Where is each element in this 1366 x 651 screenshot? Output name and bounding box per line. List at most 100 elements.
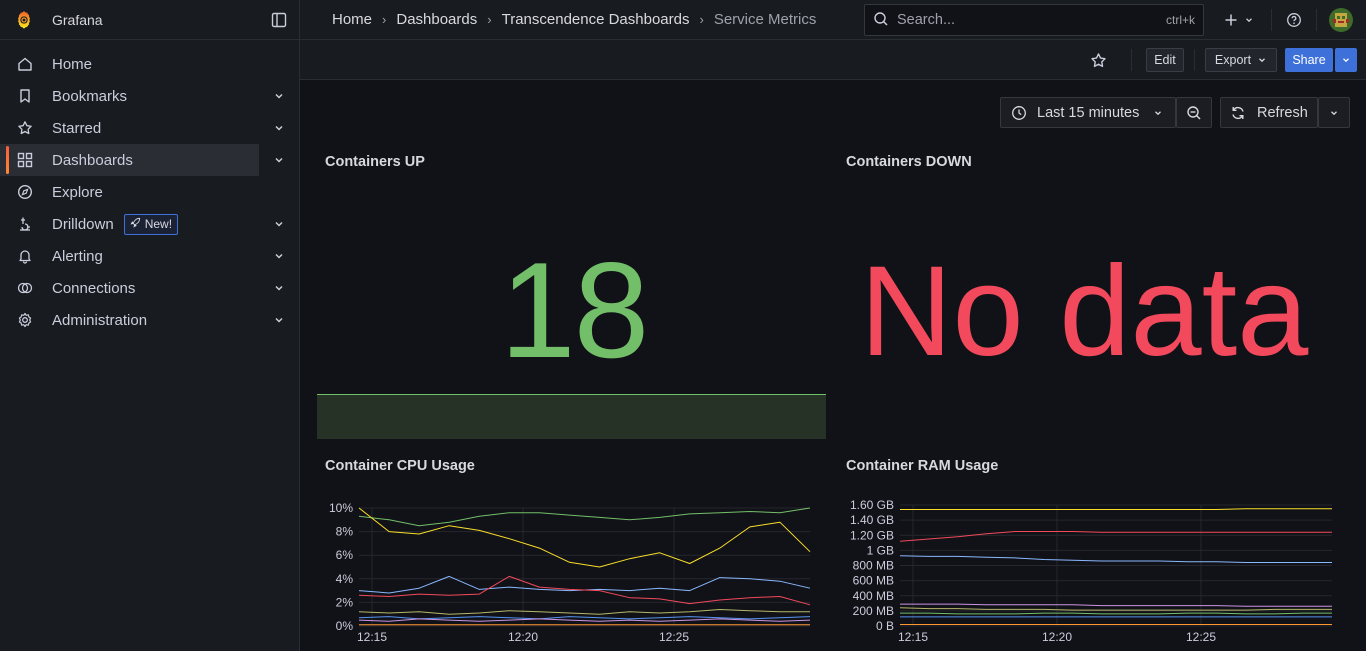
chevron-right-icon: › bbox=[382, 12, 387, 27]
chevron-down-icon[interactable] bbox=[273, 313, 285, 325]
dock-menu-icon[interactable] bbox=[271, 12, 287, 28]
breadcrumb-dashboards[interactable]: Dashboards bbox=[396, 11, 477, 28]
divider bbox=[1316, 9, 1317, 31]
zoom-out-icon bbox=[1187, 105, 1201, 120]
sidebar-item-label: Drilldown bbox=[52, 215, 114, 233]
sidebar-item-alerting[interactable]: Alerting bbox=[0, 240, 299, 272]
chevron-down-icon[interactable] bbox=[273, 121, 285, 133]
series-line-1 bbox=[899, 531, 1332, 542]
series-line-2 bbox=[899, 555, 1332, 563]
chevron-down-icon bbox=[1155, 110, 1162, 115]
chevron-down-icon[interactable] bbox=[273, 89, 285, 101]
divider bbox=[1131, 49, 1132, 71]
panel-title-containers-down[interactable]: Containers DOWN bbox=[846, 154, 972, 170]
connections-icon bbox=[16, 279, 34, 297]
search-placeholder: Search... bbox=[897, 12, 956, 28]
chevron-down-icon[interactable] bbox=[273, 249, 285, 261]
chevron-down-icon[interactable] bbox=[273, 281, 285, 293]
panel-title-containers-up[interactable]: Containers UP bbox=[325, 154, 425, 170]
edit-button[interactable]: Edit bbox=[1146, 48, 1184, 72]
breadcrumb-home[interactable]: Home bbox=[332, 11, 372, 28]
y-tick-label: 8% bbox=[336, 525, 354, 539]
sidebar-brand: Grafana bbox=[0, 0, 299, 40]
sidebar-item-dashboards[interactable]: Dashboards bbox=[0, 144, 283, 176]
divider bbox=[1271, 9, 1272, 31]
sidebar-item-label: Home bbox=[52, 55, 93, 73]
x-tick-label: 12:25 bbox=[1186, 630, 1216, 644]
time-range-label: Last 15 minutes bbox=[1037, 104, 1140, 121]
sidebar-item-label: Dashboards bbox=[52, 151, 133, 169]
top-right-actions bbox=[1219, 0, 1366, 40]
panel-title-ram-usage[interactable]: Container RAM Usage bbox=[846, 458, 998, 474]
series-line-3 bbox=[358, 575, 811, 606]
chevron-down-icon[interactable] bbox=[273, 153, 285, 165]
compass-icon bbox=[16, 183, 34, 201]
sidebar-item-bookmarks[interactable]: Bookmarks bbox=[0, 80, 299, 112]
share-button[interactable]: Share bbox=[1285, 48, 1333, 72]
y-tick-label: 0% bbox=[336, 619, 354, 633]
y-tick-label: 10% bbox=[329, 501, 353, 515]
chevron-right-icon: › bbox=[487, 12, 492, 27]
breadcrumb-current: Service Metrics bbox=[713, 11, 817, 28]
star-dashboard-icon[interactable] bbox=[1090, 52, 1107, 69]
sidebar-item-connections[interactable]: Connections bbox=[0, 272, 299, 304]
chevron-down-icon[interactable] bbox=[273, 217, 285, 229]
series-line-4 bbox=[899, 607, 1332, 611]
series-line-0 bbox=[358, 507, 811, 527]
y-tick-label: 800 MB bbox=[853, 559, 894, 573]
sidebar-item-label: Explore bbox=[52, 183, 103, 201]
search-icon bbox=[873, 11, 889, 30]
sidebar-item-home[interactable]: Home bbox=[0, 48, 299, 80]
time-range-picker[interactable]: Last 15 minutes bbox=[1000, 97, 1176, 128]
new-menu-button[interactable] bbox=[1219, 13, 1259, 27]
bookmark-icon bbox=[16, 87, 34, 105]
series-line-4 bbox=[358, 609, 810, 615]
chevron-down-icon bbox=[1343, 58, 1349, 63]
search-input[interactable]: Search... ctrl+k bbox=[864, 4, 1204, 36]
y-tick-label: 1 GB bbox=[867, 543, 894, 557]
apps-icon bbox=[16, 151, 34, 169]
series-line-1 bbox=[358, 507, 811, 568]
star-icon bbox=[16, 119, 34, 137]
y-tick-label: 1.20 GB bbox=[850, 528, 894, 542]
grafana-logo-icon[interactable] bbox=[12, 8, 36, 32]
y-tick-label: 1.40 GB bbox=[850, 513, 894, 527]
zoom-out-button[interactable] bbox=[1176, 97, 1212, 128]
sidebar-item-starred[interactable]: Starred bbox=[0, 112, 299, 144]
sidebar-item-drilldown[interactable]: Drilldown New! bbox=[0, 208, 299, 240]
y-tick-label: 400 MB bbox=[853, 589, 894, 603]
series-line-6 bbox=[358, 618, 811, 622]
sidebar-item-administration[interactable]: Administration bbox=[0, 304, 299, 336]
y-tick-label: 600 MB bbox=[853, 574, 894, 588]
x-tick-label: 12:20 bbox=[508, 630, 538, 644]
sidebar-item-explore[interactable]: Explore bbox=[0, 176, 299, 208]
avatar[interactable] bbox=[1329, 8, 1353, 32]
chevron-down-icon bbox=[1246, 18, 1252, 23]
grafana-app: Grafana Home Bookmarks Starred Dashboard… bbox=[0, 0, 1366, 651]
rocket-icon bbox=[130, 217, 141, 231]
x-tick-label: 12:20 bbox=[1042, 630, 1072, 644]
sidebar-item-label: Connections bbox=[52, 279, 136, 297]
y-tick-label: 1.60 GB bbox=[850, 498, 894, 512]
series-line-5 bbox=[358, 616, 811, 620]
breadcrumb-folder[interactable]: Transcendence Dashboards bbox=[502, 11, 690, 28]
ram-usage-chart[interactable]: 0 B200 MB400 MB600 MB800 MB1 GB1.20 GB1.… bbox=[838, 495, 1346, 651]
cpu-usage-chart[interactable]: 0% 2% 4% 6% 8% 10% 12:15 12:20 12:25 bbox=[317, 495, 826, 651]
series-line-3 bbox=[900, 603, 1332, 607]
sidebar-nav: Home Bookmarks Starred Dashboards Explor… bbox=[0, 40, 299, 336]
sidebar-item-label: Bookmarks bbox=[52, 87, 128, 105]
y-tick-label: 0 B bbox=[876, 619, 894, 633]
export-button[interactable]: Export bbox=[1205, 48, 1277, 72]
containers-up-sparkline bbox=[317, 394, 826, 439]
refresh-interval-button[interactable] bbox=[1318, 97, 1350, 128]
app-name: Grafana bbox=[52, 11, 103, 28]
help-icon[interactable] bbox=[1286, 12, 1302, 28]
refresh-button[interactable]: Refresh bbox=[1220, 97, 1318, 128]
series-line-5 bbox=[900, 612, 1332, 615]
top-bar: Home › Dashboards › Transcendence Dashbo… bbox=[300, 0, 1366, 40]
new-badge: New! bbox=[123, 213, 179, 235]
share-options-button[interactable] bbox=[1335, 48, 1357, 72]
chevron-right-icon: › bbox=[699, 12, 704, 27]
panel-title-cpu-usage[interactable]: Container CPU Usage bbox=[325, 458, 475, 474]
drilldown-icon bbox=[16, 215, 34, 233]
